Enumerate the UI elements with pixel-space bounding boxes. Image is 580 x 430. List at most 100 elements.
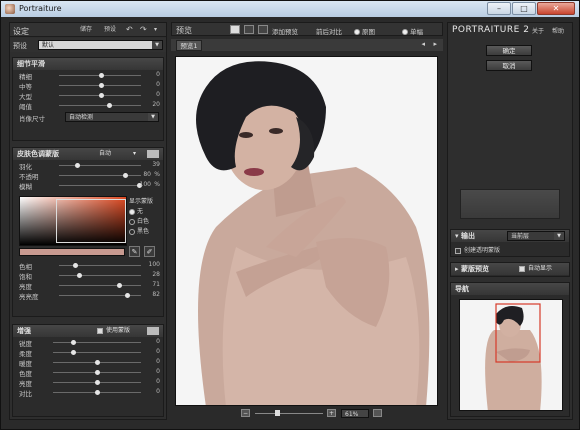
- slider-knob[interactable]: [71, 350, 76, 355]
- slider-row-opacity[interactable]: 不透明% 80: [13, 170, 163, 181]
- slider-value: 0: [156, 378, 160, 385]
- slider-value: 100: [139, 181, 151, 188]
- slider-knob[interactable]: [73, 263, 78, 268]
- slider-value: 0: [156, 348, 160, 355]
- chevron-down-icon[interactable]: ▾: [133, 148, 136, 160]
- radio-original[interactable]: 原图: [354, 26, 375, 36]
- ok-button[interactable]: 确定: [486, 45, 532, 56]
- slider-knob[interactable]: [75, 163, 80, 168]
- slider-value: 0: [156, 358, 160, 365]
- help-link[interactable]: 帮助: [552, 26, 564, 35]
- slider-knob[interactable]: [95, 380, 100, 385]
- navigator-thumbnail[interactable]: [459, 299, 563, 411]
- radio-icon: [129, 228, 135, 235]
- slider-row-contrast[interactable]: 对比 0: [13, 387, 163, 398]
- slider-knob[interactable]: [99, 73, 104, 78]
- tab-next-icon[interactable]: ▸: [433, 40, 437, 48]
- slider-knob[interactable]: [125, 293, 130, 298]
- save-settings-button[interactable]: 储存: [80, 25, 92, 35]
- slider-value: 0: [156, 81, 160, 88]
- slider-row-feather[interactable]: 羽化 39: [13, 160, 163, 171]
- slider-knob[interactable]: [99, 83, 104, 88]
- enhance-toggle-icon[interactable]: [147, 327, 159, 335]
- radio-single[interactable]: 单幅: [402, 26, 423, 36]
- output-dropdown[interactable]: 当前层 ▼: [507, 231, 565, 241]
- maximize-button[interactable]: □: [512, 2, 536, 15]
- transparent-mask-label: 创建透明蒙版: [464, 247, 501, 254]
- eyedropper-minus-icon[interactable]: ✐: [144, 246, 155, 257]
- eyedropper-icon[interactable]: ✎: [129, 246, 140, 257]
- slider-row-saturation[interactable]: 饱和 28: [13, 270, 163, 281]
- zoom-slider-knob[interactable]: [275, 410, 280, 416]
- slider-row-brightness[interactable]: 亮度 0: [13, 377, 163, 388]
- color-selection-box[interactable]: [56, 199, 126, 243]
- slider-knob[interactable]: [71, 340, 76, 345]
- slider-knob[interactable]: [117, 283, 122, 288]
- slider-row-threshold[interactable]: 阈值 20: [13, 100, 163, 111]
- about-link[interactable]: 关于: [532, 26, 544, 35]
- auto-mask-label[interactable]: 自动: [99, 148, 111, 160]
- portrait-photo: [176, 57, 437, 405]
- zoom-slider[interactable]: [255, 410, 323, 416]
- redo-icon[interactable]: ↷: [140, 25, 147, 35]
- portrait-size-dropdown[interactable]: 自动检测 ▼: [65, 112, 159, 122]
- slider-row-softness[interactable]: 柔度 0: [13, 347, 163, 358]
- slider-knob[interactable]: [95, 370, 100, 375]
- preview-image[interactable]: [175, 56, 438, 406]
- close-button[interactable]: ✕: [537, 2, 575, 15]
- add-preview-button[interactable]: 添加预览: [272, 26, 298, 36]
- slider-knob[interactable]: [77, 273, 82, 278]
- radio-white[interactable]: 白色: [129, 216, 149, 225]
- slider-row-large[interactable]: 大型 0: [13, 90, 163, 101]
- navigator-section: 导航: [450, 282, 570, 417]
- fit-view-icon[interactable]: [373, 409, 382, 417]
- mask-preview-header[interactable]: ▸ 蒙版预览 自动显示: [451, 263, 569, 275]
- slider-row-hue[interactable]: 色相 100: [13, 260, 163, 271]
- slider-value: 100: [148, 261, 160, 268]
- preset-dropdown[interactable]: 默认 ▼: [38, 40, 163, 50]
- zoom-bar: − + 61%: [171, 406, 443, 420]
- slider-knob[interactable]: [107, 103, 112, 108]
- zoom-dropdown[interactable]: 61%: [341, 409, 369, 418]
- skin-tone-swatch-bar[interactable]: [19, 248, 125, 256]
- auto-show-checkbox[interactable]: 自动显示: [519, 263, 552, 275]
- settings-label: 设定: [13, 27, 29, 36]
- slider-row-fine[interactable]: 精细 0: [13, 70, 163, 81]
- transparent-mask-checkbox[interactable]: 创建透明蒙版: [451, 242, 569, 257]
- slider-knob[interactable]: [123, 173, 128, 178]
- slider-value: 20: [152, 101, 160, 108]
- slider-knob[interactable]: [95, 360, 100, 365]
- menu-chevron-icon[interactable]: ▾: [154, 25, 157, 35]
- slider-knob[interactable]: [99, 93, 104, 98]
- split-vertical-icon[interactable]: [244, 25, 254, 34]
- color-picker[interactable]: [19, 196, 127, 246]
- split-horizontal-icon[interactable]: [258, 25, 268, 34]
- before-after-button[interactable]: 前后对比: [316, 26, 342, 36]
- radio-black[interactable]: 黑色: [129, 226, 149, 235]
- slider-row-latitude[interactable]: 亮亮度 82: [13, 290, 163, 301]
- slider-value: 39: [152, 161, 160, 168]
- skin-mask-section: 皮肤色调蒙版 自动 ▾ 羽化 39 不透明% 80 模糊% 100 显示蒙版 无 白色…: [12, 147, 164, 317]
- preview-tabs: 预览1 ◂ ▸: [171, 39, 443, 51]
- undo-icon[interactable]: ↶: [126, 25, 133, 35]
- slider-row-luminance[interactable]: 亮度 71: [13, 280, 163, 291]
- single-view-icon[interactable]: [230, 25, 240, 34]
- zoom-out-icon[interactable]: −: [241, 409, 250, 417]
- mask-preview-toggle-icon[interactable]: [147, 150, 159, 158]
- slider-row-blur[interactable]: 模糊% 100: [13, 180, 163, 191]
- slider-row-medium[interactable]: 中等 0: [13, 80, 163, 91]
- preview-area: 预览 添加预览 前后对比 原图 单幅 预览1 ◂ ▸ − + 61%: [171, 22, 443, 420]
- tab-prev-icon[interactable]: ◂: [421, 40, 425, 48]
- cancel-button[interactable]: 取消: [486, 60, 532, 71]
- slider-row-sharpness[interactable]: 锐度 0: [13, 337, 163, 348]
- use-mask-checkbox[interactable]: 使用蒙版: [97, 325, 130, 337]
- load-preset-button[interactable]: 预设: [104, 25, 116, 35]
- radio-none[interactable]: 无: [129, 206, 143, 215]
- slider-row-tint[interactable]: 色度 0: [13, 367, 163, 378]
- chevron-down-icon: ▼: [152, 41, 162, 49]
- tab-preview-1[interactable]: 预览1: [176, 40, 202, 51]
- zoom-in-icon[interactable]: +: [327, 409, 336, 417]
- slider-row-warmth[interactable]: 暖度 0: [13, 357, 163, 368]
- minimize-button[interactable]: –: [487, 2, 511, 15]
- slider-knob[interactable]: [95, 390, 100, 395]
